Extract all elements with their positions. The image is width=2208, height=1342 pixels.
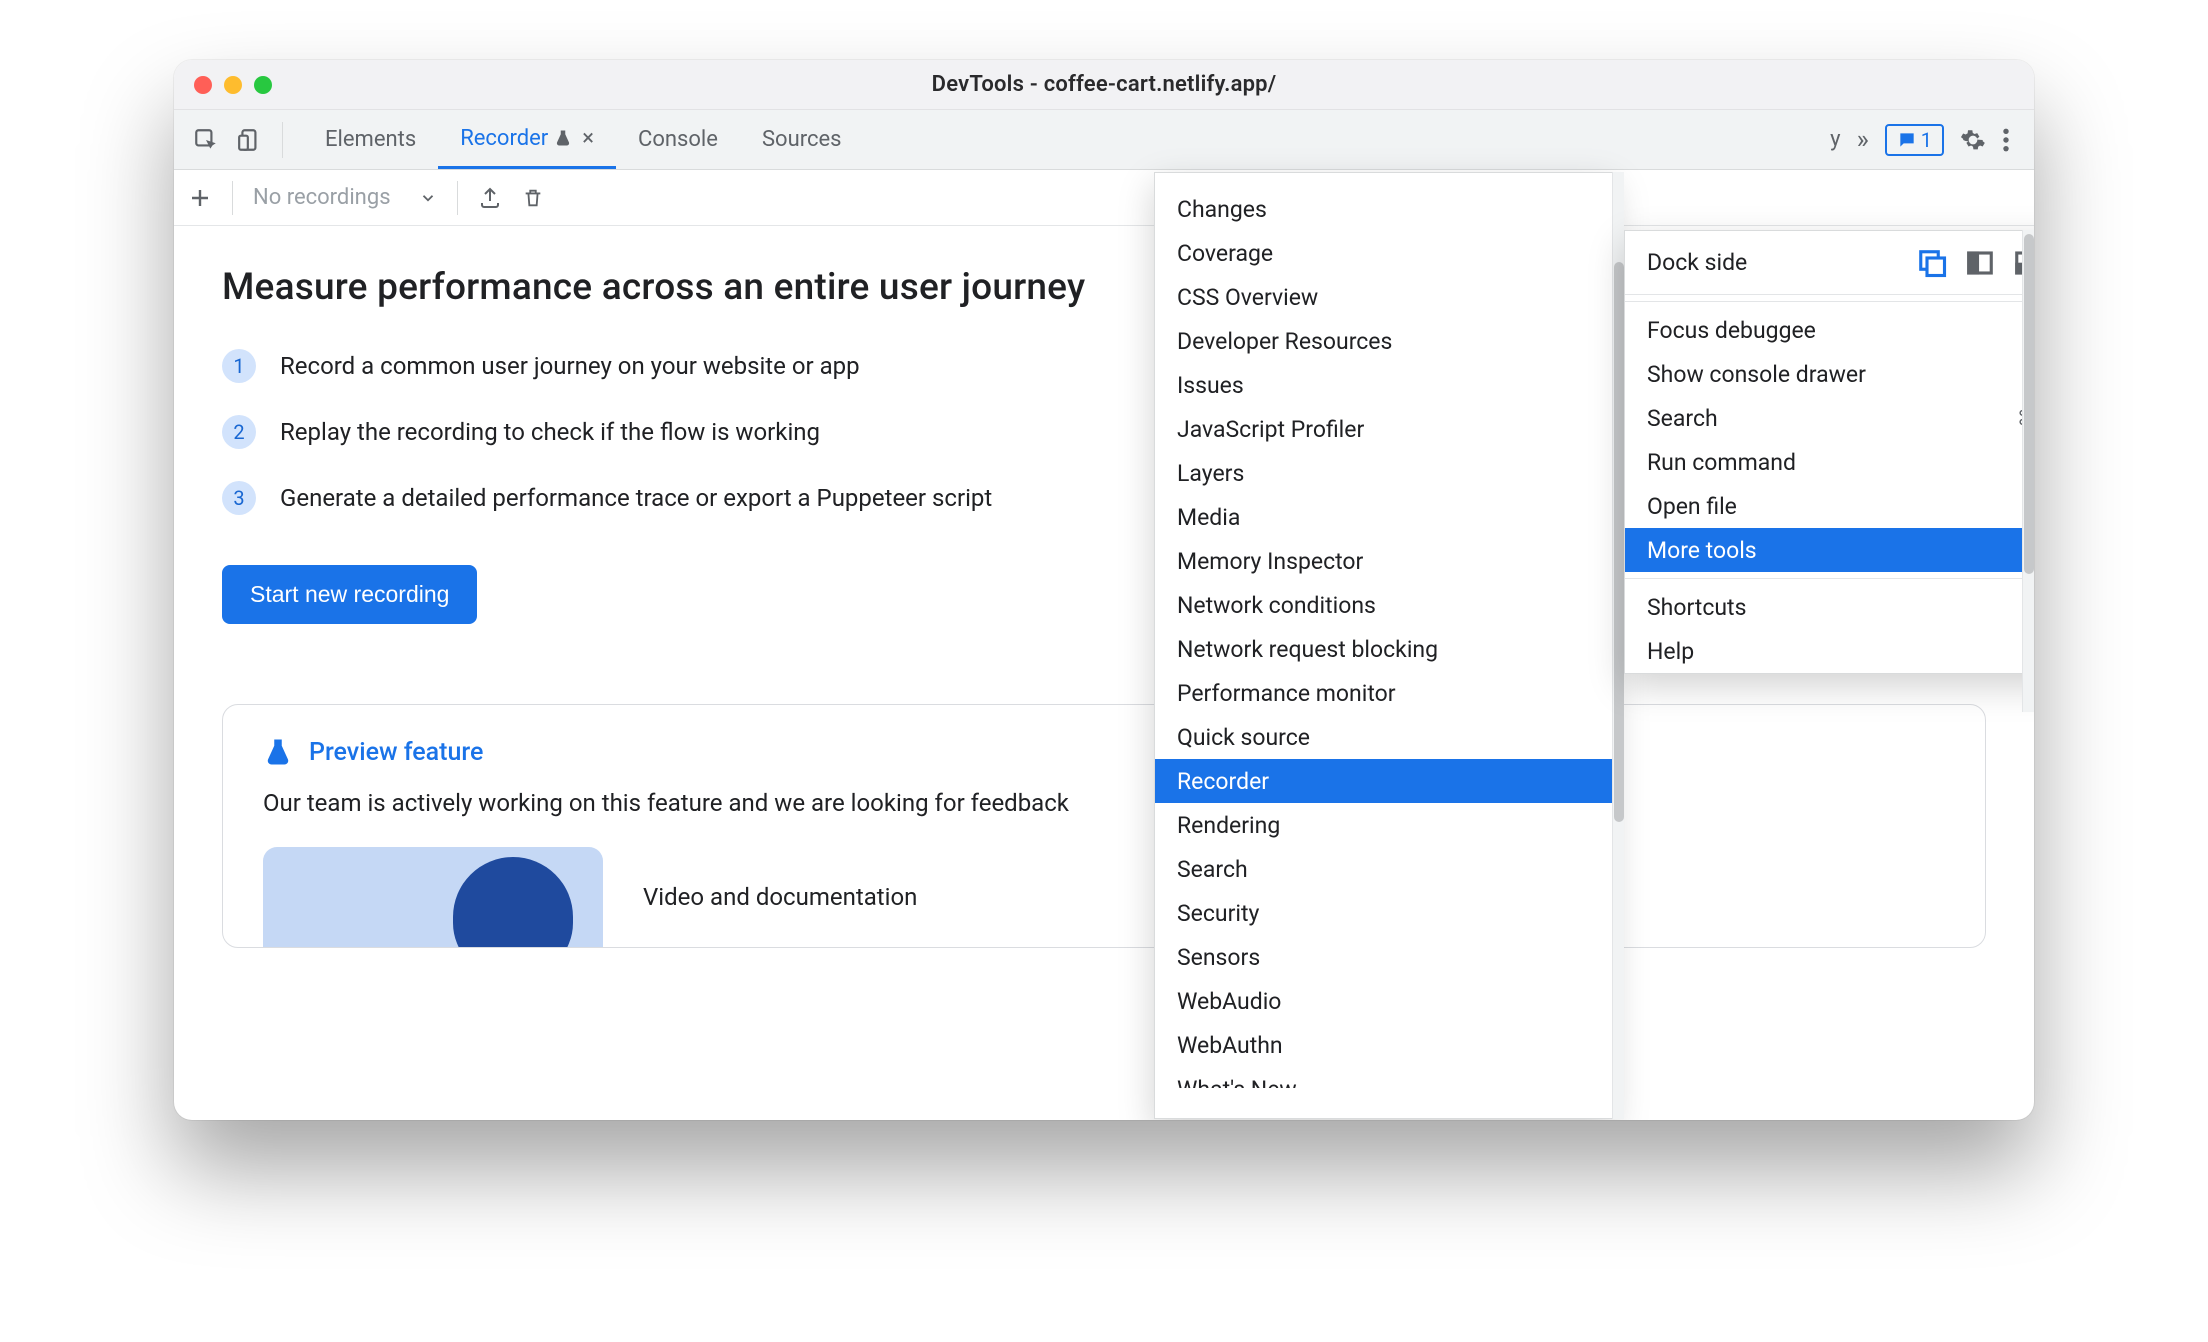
tools-menu-item[interactable]: Quick source — [1155, 715, 1613, 759]
step-text: Record a common user journey on your web… — [280, 352, 860, 380]
settings-icon[interactable] — [1960, 127, 1986, 153]
step-number: 3 — [222, 481, 256, 515]
recorder-toolbar: No recordings — [174, 170, 2034, 226]
menu-label: Run command — [1647, 449, 1796, 476]
tab-sources[interactable]: Sources — [740, 110, 864, 169]
panel-tabs: Elements Recorder × Console Sources — [303, 110, 863, 169]
menu-item[interactable]: Show console drawerEsc — [1625, 352, 2034, 396]
preview-feature-text: Our team is actively working on this fea… — [263, 789, 1945, 817]
tools-menu-item[interactable]: Coverage — [1155, 231, 1613, 275]
tools-menu-item[interactable]: Recorder — [1155, 759, 1613, 803]
tab-label: Recorder — [460, 126, 548, 151]
separator — [232, 181, 233, 215]
separator — [282, 122, 283, 158]
tools-menu-item[interactable]: Search — [1155, 847, 1613, 891]
tools-menu-item[interactable]: Media — [1155, 495, 1613, 539]
chat-icon — [1897, 130, 1917, 150]
tab-label: Elements — [325, 127, 416, 152]
tools-menu-item[interactable]: WebAudio — [1155, 979, 1613, 1023]
issues-count: 1 — [1921, 128, 1932, 152]
tools-menu-item[interactable]: Network conditions — [1155, 583, 1613, 627]
dock-undock-icon[interactable] — [1917, 248, 1947, 278]
menu-item[interactable]: Shortcuts — [1625, 585, 2034, 629]
tools-menu-item[interactable]: Issues — [1155, 363, 1613, 407]
devtools-window: DevTools - coffee-cart.netlify.app/ Elem… — [174, 60, 2034, 1120]
menu-separator — [1625, 301, 2034, 302]
tools-menu-item[interactable]: Developer Resources — [1155, 319, 1613, 363]
preview-feature-label: Preview feature — [309, 738, 483, 767]
dock-side-row: Dock side — [1625, 231, 2034, 295]
dock-left-icon[interactable] — [1965, 248, 1995, 278]
menu-item[interactable]: Search⌘ ⌥ F — [1625, 396, 2034, 440]
inspect-icon[interactable] — [184, 118, 228, 162]
tab-label: Sources — [762, 127, 842, 152]
tools-menu-item[interactable]: Animations — [1155, 172, 1613, 187]
menu-item[interactable]: Run command⌘ ⇧ P — [1625, 440, 2034, 484]
menu-label: Show console drawer — [1647, 361, 1866, 388]
export-icon[interactable] — [478, 186, 502, 210]
menu-label: Open file — [1647, 493, 1737, 520]
step-number: 1 — [222, 349, 256, 383]
issues-badge[interactable]: 1 — [1885, 124, 1944, 156]
devtools-tabbar: Elements Recorder × Console Sources y » … — [174, 110, 2034, 170]
step-text: Replay the recording to check if the flo… — [280, 418, 820, 446]
titlebar: DevTools - coffee-cart.netlify.app/ — [174, 60, 2034, 110]
tab-overflow-hint: y — [1830, 127, 1840, 152]
flask-icon — [263, 737, 293, 767]
tools-menu-item[interactable]: Memory Inspector — [1155, 539, 1613, 583]
tools-menu-item[interactable]: Layers — [1155, 451, 1613, 495]
menu-label: More tools — [1647, 537, 1757, 564]
tools-menu-item[interactable]: CSS Overview — [1155, 275, 1613, 319]
kebab-menu-icon[interactable] — [2002, 127, 2010, 153]
chevron-down-icon[interactable] — [419, 189, 437, 207]
main-menu: Dock side Focus debuggee Show console dra… — [1624, 230, 2034, 674]
more-tools-submenu: AnimationsChangesCoverageCSS OverviewDev… — [1154, 172, 1614, 1119]
menu-label: Search — [1647, 405, 1718, 432]
dock-side-label: Dock side — [1647, 249, 1747, 276]
menu-item[interactable]: Focus debuggee — [1625, 308, 2034, 352]
video-thumbnail[interactable] — [263, 847, 603, 947]
tools-menu-item[interactable]: Changes — [1155, 187, 1613, 231]
scrollbar[interactable] — [1612, 172, 1624, 1119]
menu-label: Help — [1647, 638, 1694, 665]
tools-menu-item[interactable]: Network request blocking — [1155, 627, 1613, 671]
tools-menu-item[interactable]: Rendering — [1155, 803, 1613, 847]
step-number: 2 — [222, 415, 256, 449]
tools-menu-item[interactable]: Sensors — [1155, 935, 1613, 979]
tab-recorder[interactable]: Recorder × — [438, 110, 616, 169]
recording-dropdown[interactable]: No recordings — [253, 185, 391, 210]
window-title: DevTools - coffee-cart.netlify.app/ — [174, 72, 2034, 97]
tools-menu-item[interactable]: Performance monitor — [1155, 671, 1613, 715]
menu-item[interactable]: Open file⌘ P — [1625, 484, 2034, 528]
device-toolbar-icon[interactable] — [228, 118, 272, 162]
scrollbar-thumb[interactable] — [1614, 262, 1624, 822]
menu-label: Focus debuggee — [1647, 317, 1816, 344]
scrollbar[interactable] — [2022, 230, 2034, 712]
video-title: Video and documentation — [643, 883, 917, 911]
scrollbar-thumb[interactable] — [2024, 234, 2034, 574]
tools-menu-item[interactable]: WebAuthn — [1155, 1023, 1613, 1067]
menu-item[interactable]: Help▶ — [1625, 629, 2034, 673]
more-tabs-icon[interactable]: » — [1857, 125, 1869, 155]
step-text: Generate a detailed performance trace or… — [280, 484, 992, 512]
menu-label: Shortcuts — [1647, 594, 1746, 621]
menu-separator — [1625, 578, 2034, 579]
tab-elements[interactable]: Elements — [303, 110, 438, 169]
tab-label: Console — [638, 127, 718, 152]
tools-menu-item[interactable]: JavaScript Profiler — [1155, 407, 1613, 451]
tab-console[interactable]: Console — [616, 110, 740, 169]
tools-menu-item[interactable]: Security — [1155, 891, 1613, 935]
start-recording-button[interactable]: Start new recording — [222, 565, 477, 624]
close-tab-icon[interactable]: × — [582, 126, 594, 151]
flask-icon — [548, 129, 572, 147]
preview-feature-box: Preview feature Our team is actively wor… — [222, 704, 1986, 948]
new-recording-icon[interactable] — [188, 186, 212, 210]
delete-icon[interactable] — [522, 186, 544, 210]
menu-more-tools[interactable]: More tools ▶ — [1625, 528, 2034, 572]
separator — [457, 181, 458, 215]
tools-menu-item[interactable]: What's New — [1155, 1067, 1613, 1088]
